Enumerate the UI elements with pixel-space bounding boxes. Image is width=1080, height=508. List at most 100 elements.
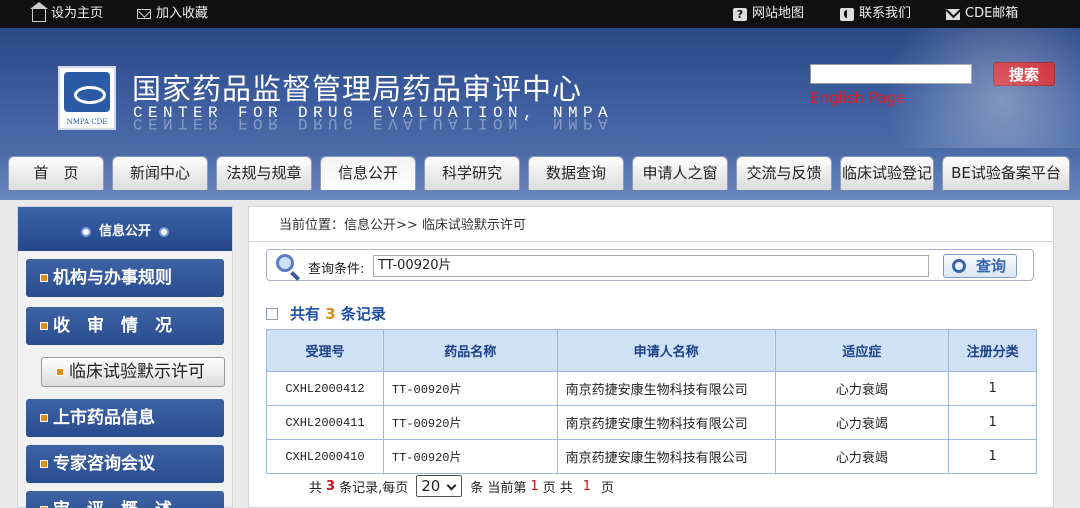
- bullet-icon: [56, 368, 64, 376]
- main-content: 当前位置：信息公开>> 临床试验默示许可 查询条件: TT-00920片 查询 …: [248, 206, 1054, 508]
- col-header-acceptance-no: 受理号: [266, 329, 384, 372]
- contact-link[interactable]: 联系我们: [840, 0, 911, 28]
- sidebar-item-label: 收 审 情 况: [53, 316, 172, 336]
- cell-category: 1: [948, 405, 1037, 440]
- query-input[interactable]: TT-00920片: [373, 255, 929, 277]
- sidebar-header: 信息公开: [18, 207, 232, 251]
- pagination: 共 3 条记录,每页 20 条 当前第 1 页 共 1页: [309, 475, 614, 497]
- sidebar-item-acceptance[interactable]: 收 审 情 况: [26, 307, 224, 345]
- col-header-applicant: 申请人名称: [556, 329, 776, 372]
- magnifier-icon: [952, 259, 966, 273]
- sidebar-item-review-overview[interactable]: 审 评 概 述: [26, 491, 224, 508]
- cell-drug-name: TT-00920片: [382, 405, 558, 440]
- sidebar-item-label: 机构与办事规则: [53, 268, 172, 288]
- tab-data-query[interactable]: 数据查询: [528, 156, 624, 190]
- sidebar-item-label: 上市药品信息: [53, 408, 155, 428]
- sidebar-item-clinical-trial[interactable]: 临床试验默示许可: [41, 357, 225, 387]
- cde-mail-label: CDE邮箱: [965, 6, 1019, 21]
- table-row[interactable]: CXHL2000412 TT-00920片 南京药捷安康生物科技有限公司 心力衰…: [266, 371, 1037, 406]
- cell-acceptance-no[interactable]: CXHL2000410: [266, 439, 384, 474]
- pager-pages: 1: [582, 478, 592, 494]
- query-bar: 查询条件: TT-00920片 查询: [266, 249, 1034, 281]
- sidebar-item-rules[interactable]: 机构与办事规则: [26, 259, 224, 297]
- sidebar-item-label: 审 评 概 述: [53, 500, 172, 508]
- cell-acceptance-no[interactable]: CXHL2000411: [266, 405, 384, 440]
- cell-category: 1: [948, 371, 1037, 406]
- count-prefix: 共有: [290, 305, 321, 323]
- cell-applicant: 南京药捷安康生物科技有限公司: [556, 439, 776, 474]
- results-table: 受理号 药品名称 申请人名称 适应症 注册分类 CXHL2000412 TT-0…: [266, 329, 1037, 474]
- main-nav: 首 页 新闻中心 法规与规章 信息公开 科学研究 数据查询 申请人之窗 交流与反…: [0, 152, 1080, 190]
- record-count: 共有 3 条记录: [266, 303, 386, 324]
- sitemap-link[interactable]: ? 网站地图: [733, 0, 804, 28]
- bullet-icon: [159, 226, 169, 237]
- cell-applicant: 南京药捷安康生物科技有限公司: [556, 371, 776, 406]
- bullet-icon: [40, 414, 48, 422]
- top-bar: 设为主页 加入收藏 ? 网站地图 联系我们 CDE邮箱: [0, 0, 1080, 28]
- cell-drug-name: TT-00920片: [382, 439, 558, 474]
- tab-clinical-registration[interactable]: 临床试验登记: [840, 156, 934, 190]
- sidebar-item-label: 专家咨询会议: [53, 454, 155, 474]
- sidebar-item-label: 临床试验默示许可: [69, 362, 205, 382]
- tab-home[interactable]: 首 页: [8, 156, 104, 190]
- question-icon: ?: [733, 7, 747, 21]
- cell-indication: 心力衰竭: [774, 439, 950, 474]
- bullet-icon: [80, 226, 91, 237]
- tab-feedback[interactable]: 交流与反馈: [736, 156, 832, 190]
- tab-news[interactable]: 新闻中心: [112, 156, 208, 190]
- cde-mail-link[interactable]: CDE邮箱: [946, 0, 1018, 28]
- site-search-input[interactable]: [810, 64, 972, 84]
- set-homepage-link[interactable]: 设为主页: [30, 0, 104, 28]
- bullet-icon: [40, 322, 48, 330]
- pager-text: 条 当前第: [470, 480, 527, 496]
- per-page-select[interactable]: 20: [416, 475, 463, 497]
- tab-be-platform[interactable]: BE试验备案平台: [942, 156, 1070, 190]
- pager-text: 条记录,每页: [339, 480, 409, 496]
- set-homepage-label: 设为主页: [51, 6, 104, 21]
- cell-indication: 心力衰竭: [774, 405, 950, 440]
- add-favorite-link[interactable]: 加入收藏: [137, 0, 208, 28]
- table-row[interactable]: CXHL2000410 TT-00920片 南京药捷安康生物科技有限公司 心力衰…: [266, 439, 1037, 474]
- pager-total: 3: [326, 478, 336, 494]
- count-number: 3: [325, 305, 336, 323]
- cell-applicant: 南京药捷安康生物科技有限公司: [556, 405, 776, 440]
- cell-drug-name: TT-00920片: [382, 371, 558, 406]
- home-icon: [30, 2, 48, 22]
- sidebar-item-expert-meeting[interactable]: 专家咨询会议: [26, 445, 224, 483]
- col-header-indication: 适应症: [774, 329, 950, 372]
- pager-text: 页: [601, 480, 615, 496]
- query-button-label: 查询: [975, 257, 1006, 275]
- list-icon: [266, 308, 278, 320]
- cell-indication: 心力衰竭: [774, 371, 950, 406]
- tab-regulations[interactable]: 法规与规章: [216, 156, 312, 190]
- query-button[interactable]: 查询: [943, 254, 1017, 278]
- search-icon: [276, 254, 294, 272]
- cell-category: 1: [948, 439, 1037, 474]
- pager-current: 1: [530, 478, 539, 494]
- table-row[interactable]: CXHL2000411 TT-00920片 南京药捷安康生物科技有限公司 心力衰…: [266, 405, 1037, 440]
- query-label: 查询条件:: [308, 262, 365, 277]
- sidebar-item-marketed-drugs[interactable]: 上市药品信息: [26, 399, 224, 437]
- cell-acceptance-no[interactable]: CXHL2000412: [266, 371, 384, 406]
- logo-emblem-icon: [64, 72, 110, 112]
- cde-logo[interactable]: NMPA CDE: [58, 66, 116, 130]
- pager-text: 共: [309, 480, 323, 496]
- site-search-button[interactable]: 搜索: [993, 62, 1055, 86]
- tab-info-disclosure[interactable]: 信息公开: [320, 156, 416, 190]
- english-page-link[interactable]: English Page: [810, 89, 905, 107]
- phone-icon: [840, 7, 854, 21]
- sidebar: 信息公开 机构与办事规则 收 审 情 况 临床试验默示许可 上市药品信息 专家咨…: [17, 206, 233, 508]
- envelope-icon: [946, 8, 960, 20]
- table-header-row: 受理号 药品名称 申请人名称 适应症 注册分类: [266, 329, 1037, 372]
- breadcrumb: 当前位置：信息公开>> 临床试验默示许可: [249, 207, 1053, 242]
- pager-text: 页 共: [542, 480, 573, 496]
- mail-icon: [137, 9, 151, 19]
- site-subtitle-reflection: CENTER FOR DRUG EVALUATION, NMPA: [133, 118, 614, 132]
- col-header-category: 注册分类: [948, 329, 1037, 372]
- sidebar-title: 信息公开: [98, 224, 151, 239]
- bullet-icon: [40, 274, 48, 282]
- site-title: 国家药品监督管理局药品审评中心: [132, 72, 583, 106]
- contact-label: 联系我们: [859, 6, 912, 21]
- tab-research[interactable]: 科学研究: [424, 156, 520, 190]
- tab-applicant-window[interactable]: 申请人之窗: [632, 156, 728, 190]
